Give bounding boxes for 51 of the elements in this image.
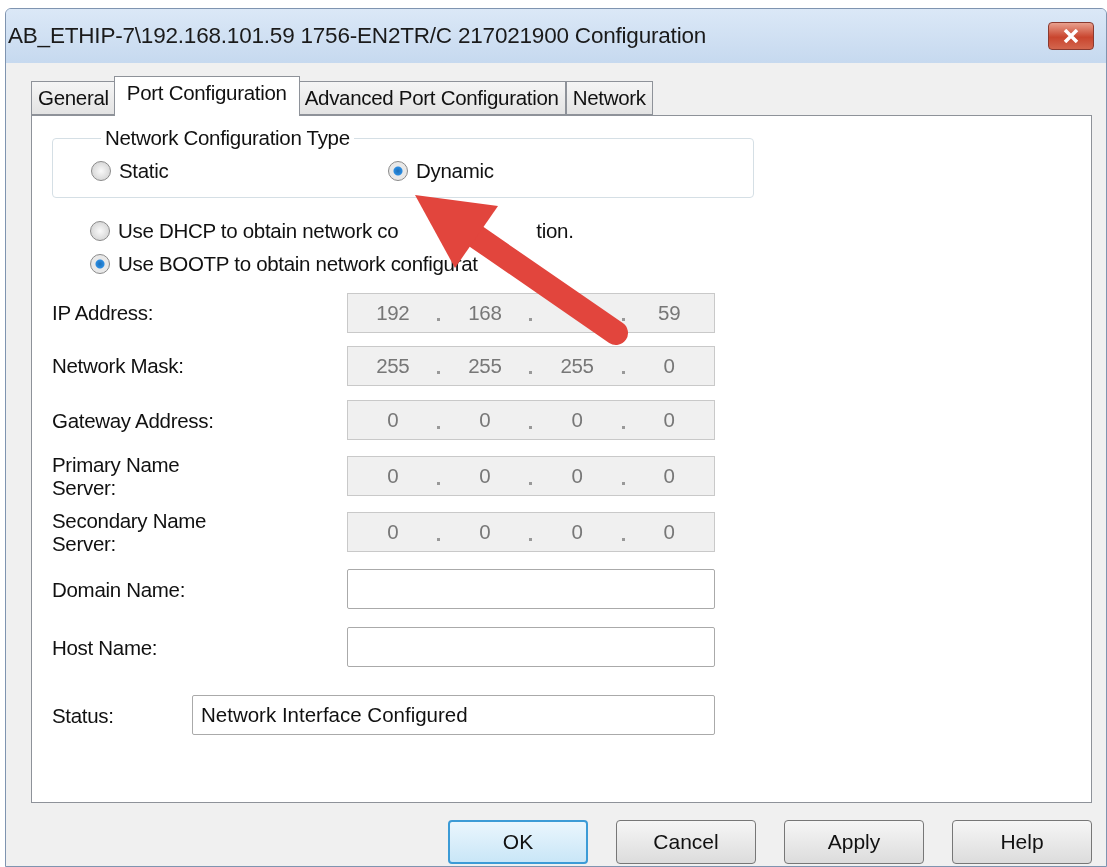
- field-label: Status:: [52, 703, 115, 727]
- field-label: Domain Name:: [52, 577, 187, 601]
- octet-text: 0: [570, 520, 584, 544]
- close-icon: [1063, 29, 1079, 43]
- radio-label: tion.: [536, 218, 574, 243]
- radio-button[interactable]: [388, 160, 408, 181]
- octet-text: 0: [386, 408, 400, 432]
- group-title: Network Configuration Type: [104, 126, 351, 150]
- octet-text: 0: [386, 464, 400, 488]
- window-title: AB_ETHIP-7\192.168.101.59 1756-EN2TR/C 217021900 Configuration: [8, 23, 707, 49]
- input-field[interactable]: [347, 569, 715, 609]
- octet-text: 0: [662, 408, 676, 432]
- close-button[interactable]: [1048, 22, 1094, 50]
- tab[interactable]: General: [31, 81, 116, 115]
- octet-text: 0: [386, 520, 400, 544]
- octet-text: 0: [570, 464, 584, 488]
- field-label: IP Address:: [52, 301, 155, 324]
- octet-text: 59: [657, 300, 682, 325]
- octet-text: 0: [570, 408, 584, 432]
- field-label: Gateway Address:: [52, 408, 215, 432]
- input-field[interactable]: [347, 627, 715, 667]
- radio-label: Dynamic: [416, 158, 494, 183]
- field-label: Host Name:: [52, 635, 159, 659]
- octet-text: 0: [662, 464, 676, 488]
- tab[interactable]: Port Configuration: [113, 76, 300, 116]
- tab[interactable]: Network: [565, 81, 653, 115]
- dialog-button[interactable]: OK: [448, 820, 588, 864]
- dialog-button[interactable]: Apply: [784, 820, 924, 864]
- octet-text: 255: [467, 353, 503, 378]
- dialog-button[interactable]: Help: [952, 820, 1092, 864]
- octet-text: 0: [478, 408, 492, 432]
- radio-button[interactable]: [91, 160, 111, 181]
- tab[interactable]: Advanced Port Configuration: [297, 81, 566, 115]
- octet-text: 0: [478, 520, 492, 544]
- octet-text: 0: [662, 520, 676, 544]
- radio-button[interactable]: [90, 253, 110, 274]
- octet-text: 255: [375, 353, 411, 378]
- radio-label: Use DHCP to obtain network co: [118, 218, 399, 243]
- field-label: Primary Name Server:: [52, 453, 181, 499]
- field-label: Secondary Name Server:: [52, 509, 208, 555]
- octet-text: 0: [478, 464, 492, 488]
- radio-button[interactable]: [90, 220, 110, 241]
- octet-text: 0: [662, 353, 676, 378]
- octet-text: 255: [559, 353, 595, 378]
- dialog-button[interactable]: Cancel: [616, 820, 756, 864]
- radio-label: Static: [119, 158, 169, 183]
- radio-label: Use BOOTP to obtain network configurat: [118, 251, 478, 276]
- status-field[interactable]: Network Interface Configured: [192, 695, 715, 735]
- field-label: Network Mask:: [52, 354, 185, 377]
- octet-text: 192: [375, 300, 411, 325]
- octet-text: 168: [467, 300, 503, 325]
